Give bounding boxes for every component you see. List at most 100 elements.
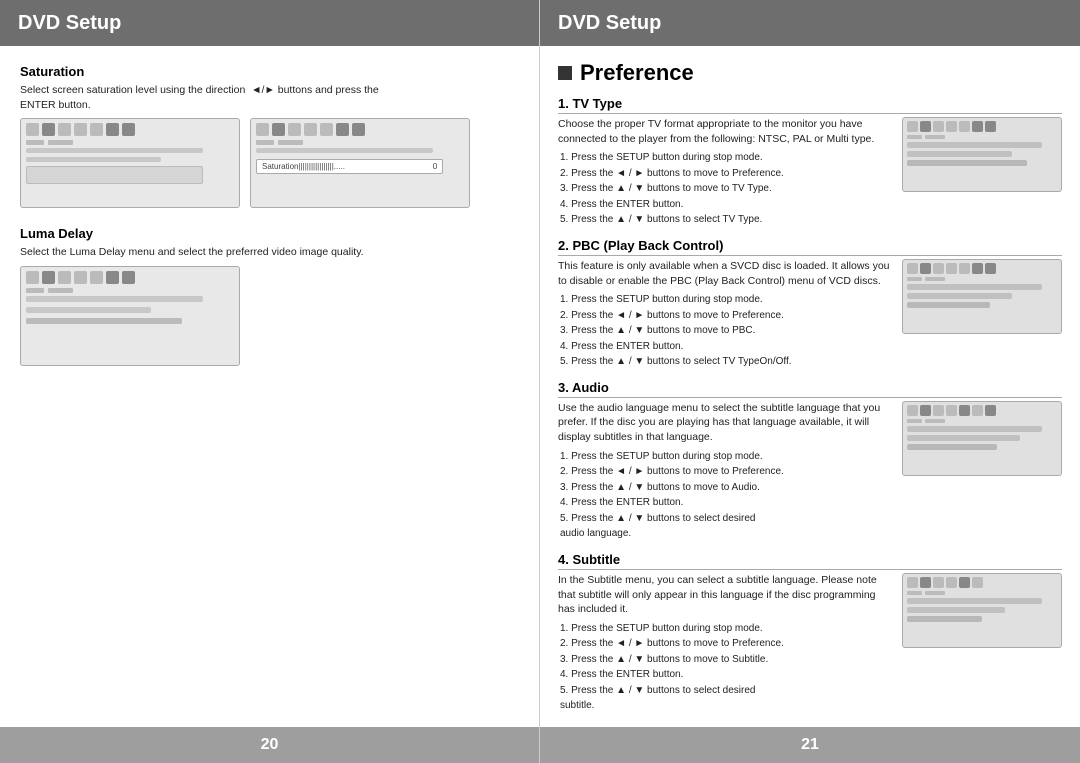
su-icon2 <box>920 577 931 588</box>
luma-toolbar-icon-5 <box>90 271 103 284</box>
subtitle-title: 4. Subtitle <box>558 552 1062 570</box>
toolbar-icon-3 <box>58 123 71 136</box>
tv-type-screen <box>902 117 1062 192</box>
luma-delay-toolbar <box>26 271 234 284</box>
pbc-desc: This feature is only available when a SV… <box>558 259 892 288</box>
toolbar-icon-4 <box>74 123 87 136</box>
saturation-screen2: Saturation|||||||||||||||||..... 0 <box>250 118 470 208</box>
au-icon4 <box>946 405 957 416</box>
preference-title-text: Preference <box>580 60 694 86</box>
right-footer: 21 <box>540 727 1080 763</box>
pb-icon7 <box>985 263 996 274</box>
right-content: Preference 1. TV Type Choose the proper … <box>540 46 1080 727</box>
saturation-title: Saturation <box>20 64 519 79</box>
tv-type-desc: Choose the proper TV format appropriate … <box>558 117 892 146</box>
step: 5. Press the ▲ / ▼ buttons to select TV … <box>560 354 892 370</box>
pb-icon1 <box>907 263 918 274</box>
saturation-toolbar1 <box>26 123 234 136</box>
step: 5. Press the ▲ / ▼ buttons to select des… <box>560 511 892 527</box>
left-page-number: 20 <box>261 736 279 754</box>
toolbar-icon2-6 <box>336 123 349 136</box>
left-footer: 20 <box>0 727 539 763</box>
pbc-section: 2. PBC (Play Back Control) This feature … <box>558 238 1062 370</box>
pbc-inner: This feature is only available when a SV… <box>558 259 1062 370</box>
luma-delay-section: Luma Delay Select the Luma Delay menu an… <box>20 226 519 366</box>
toolbar-icon-6 <box>106 123 119 136</box>
saturation-toolbar2 <box>256 123 464 136</box>
luma-toolbar-icon-7 <box>122 271 135 284</box>
audio-text: Use the audio language menu to select th… <box>558 401 892 542</box>
subtitle-toolbar <box>907 577 1057 588</box>
rt-icon1 <box>907 121 918 132</box>
step: 2. Press the ◄ / ► buttons to move to Pr… <box>560 308 892 324</box>
saturation-slider-label: Saturation|||||||||||||||||..... <box>262 162 345 171</box>
pb-icon4 <box>946 263 957 274</box>
step: 2. Press the ◄ / ► buttons to move to Pr… <box>560 464 892 480</box>
toolbar-icon-5 <box>90 123 103 136</box>
toolbar-icon2-1 <box>256 123 269 136</box>
step: 4. Press the ENTER button. <box>560 495 892 511</box>
step: subtitle. <box>560 698 892 714</box>
step: 4. Press the ENTER button. <box>560 197 892 213</box>
au-icon2 <box>920 405 931 416</box>
left-page: DVD Setup Saturation Select screen satur… <box>0 0 540 763</box>
right-page: DVD Setup Preference 1. TV Type Choose t… <box>540 0 1080 763</box>
pbc-steps: 1. Press the SETUP button during stop mo… <box>558 292 892 370</box>
toolbar-icon2-2 <box>272 123 285 136</box>
step: 3. Press the ▲ / ▼ buttons to move to TV… <box>560 181 892 197</box>
rt-icon2 <box>920 121 931 132</box>
toolbar-icon2-3 <box>288 123 301 136</box>
tv-type-steps: 1. Press the SETUP button during stop mo… <box>558 150 892 228</box>
rt-icon7 <box>985 121 996 132</box>
step: 1. Press the SETUP button during stop mo… <box>560 449 892 465</box>
right-page-number: 21 <box>801 736 819 754</box>
right-header: DVD Setup <box>540 0 1080 46</box>
luma-delay-desc: Select the Luma Delay menu and select th… <box>20 245 519 260</box>
subtitle-screen <box>902 573 1062 648</box>
saturation-section: Saturation Select screen saturation leve… <box>20 64 519 216</box>
pbc-title: 2. PBC (Play Back Control) <box>558 238 1062 256</box>
pb-icon6 <box>972 263 983 274</box>
audio-steps: 1. Press the SETUP button during stop mo… <box>558 449 892 542</box>
luma-toolbar-icon-6 <box>106 271 119 284</box>
pbc-toolbar <box>907 263 1057 274</box>
tv-type-title: 1. TV Type <box>558 96 1062 114</box>
step: 5. Press the ▲ / ▼ buttons to select TV … <box>560 212 892 228</box>
preference-heading: Preference <box>558 60 1062 86</box>
step: 2. Press the ◄ / ► buttons to move to Pr… <box>560 636 892 652</box>
toolbar-icon-1 <box>26 123 39 136</box>
au-icon6 <box>972 405 983 416</box>
toolbar-icon2-7 <box>352 123 365 136</box>
au-icon7 <box>985 405 996 416</box>
tv-type-section: 1. TV Type Choose the proper TV format a… <box>558 96 1062 228</box>
luma-toolbar-icon-3 <box>58 271 71 284</box>
tv-type-inner: Choose the proper TV format appropriate … <box>558 117 1062 228</box>
toolbar-icon-2 <box>42 123 55 136</box>
su-icon4 <box>946 577 957 588</box>
audio-section: 3. Audio Use the audio language menu to … <box>558 380 1062 542</box>
step: 5. Press the ▲ / ▼ buttons to select des… <box>560 683 892 699</box>
luma-toolbar-icon-2 <box>42 271 55 284</box>
saturation-value: 0 <box>433 162 437 171</box>
su-icon6 <box>972 577 983 588</box>
subtitle-text: In the Subtitle menu, you can select a s… <box>558 573 892 714</box>
audio-title: 3. Audio <box>558 380 1062 398</box>
square-bullet-icon <box>558 66 572 80</box>
au-icon5 <box>959 405 970 416</box>
left-header: DVD Setup <box>0 0 539 46</box>
step: 4. Press the ENTER button. <box>560 667 892 683</box>
step: 1. Press the SETUP button during stop mo… <box>560 621 892 637</box>
saturation-screen1 <box>20 118 240 208</box>
pb-icon5 <box>959 263 970 274</box>
su-icon5 <box>959 577 970 588</box>
step: 3. Press the ▲ / ▼ buttons to move to PB… <box>560 323 892 339</box>
rt-icon5 <box>959 121 970 132</box>
right-header-title: DVD Setup <box>558 12 661 35</box>
pb-icon2 <box>920 263 931 274</box>
subtitle-inner: In the Subtitle menu, you can select a s… <box>558 573 1062 714</box>
luma-delay-screen <box>20 266 240 366</box>
left-header-title: DVD Setup <box>18 12 121 35</box>
step: 2. Press the ◄ / ► buttons to move to Pr… <box>560 166 892 182</box>
rt-icon4 <box>946 121 957 132</box>
subtitle-desc: In the Subtitle menu, you can select a s… <box>558 573 892 617</box>
